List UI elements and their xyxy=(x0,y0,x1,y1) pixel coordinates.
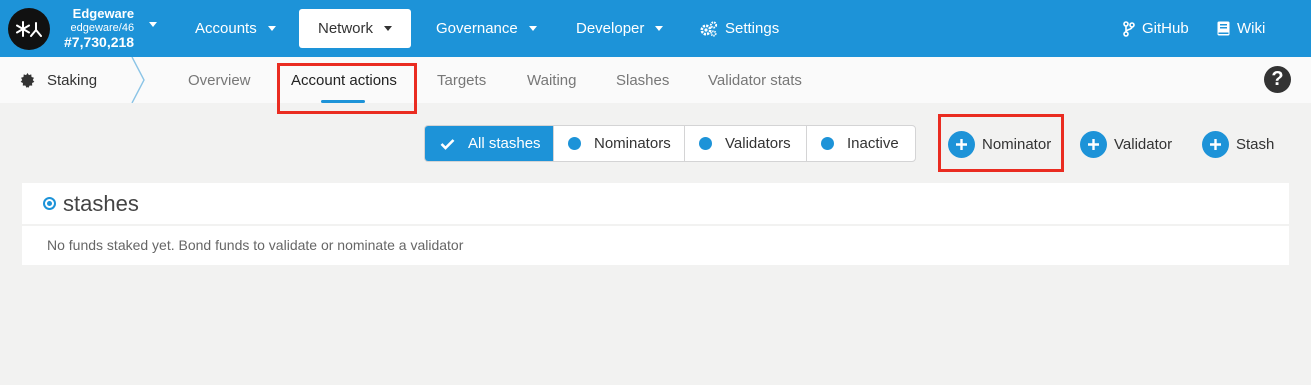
help-glyph: ? xyxy=(1271,68,1284,90)
chain-chevron-down-icon[interactable] xyxy=(149,22,157,27)
nav-governance-label: Governance xyxy=(436,20,518,37)
cogs-icon xyxy=(700,20,718,37)
add-stash-label: Stash xyxy=(1236,135,1275,153)
nav-network-label: Network xyxy=(317,20,373,37)
plus-icon xyxy=(1202,130,1229,158)
nav-settings[interactable]: Settings xyxy=(700,9,779,48)
nav-network[interactable]: Network xyxy=(299,9,411,48)
tab-validator-stats-label: Validator stats xyxy=(708,71,802,89)
chain-info: Edgeware edgeware/46 #7,730,218 xyxy=(64,5,135,51)
dot-circle-icon xyxy=(43,197,56,210)
filter-all-stashes-label: All stashes xyxy=(468,135,541,152)
nav-developer[interactable]: Developer xyxy=(576,9,664,48)
tab-waiting-label: Waiting xyxy=(527,71,577,89)
chain-name: Edgeware xyxy=(72,5,135,21)
staking-label: Staking xyxy=(47,71,98,89)
tab-overview[interactable]: Overview xyxy=(188,57,251,103)
tab-overview-label: Overview xyxy=(188,71,251,89)
chevron-down-icon xyxy=(528,26,537,31)
stashes-empty-message: No funds staked yet. Bond funds to valid… xyxy=(47,237,464,253)
filter-nominators-label: Nominators xyxy=(594,135,671,152)
nav-github[interactable]: GitHub xyxy=(1123,9,1189,48)
nav-developer-label: Developer xyxy=(576,20,645,37)
code-branch-icon xyxy=(1123,20,1135,37)
plus-icon xyxy=(1080,130,1107,158)
nav-wiki[interactable]: Wiki xyxy=(1217,9,1265,48)
chevron-down-icon xyxy=(267,26,276,31)
filter-inactive[interactable]: Inactive xyxy=(807,126,915,161)
filter-validators[interactable]: Validators xyxy=(685,126,807,161)
tab-slashes[interactable]: Slashes xyxy=(616,57,669,103)
circle-icon xyxy=(568,137,581,150)
chevron-down-icon xyxy=(655,26,664,31)
stashes-title: stashes xyxy=(63,190,139,216)
chevron-down-icon xyxy=(384,26,392,31)
chain-selector[interactable]: Edgeware edgeware/46 #7,730,218 xyxy=(8,6,134,51)
nav-accounts[interactable]: Accounts xyxy=(195,9,276,48)
tab-waiting[interactable]: Waiting xyxy=(527,57,576,103)
certificate-icon xyxy=(20,72,35,88)
stashes-card: stashes No funds staked yet. Bond funds … xyxy=(22,183,1289,265)
book-icon xyxy=(1217,21,1230,36)
chain-spec-version: edgeware/46 xyxy=(70,21,135,34)
top-navigation-bar: Edgeware edgeware/46 #7,730,218 Accounts… xyxy=(0,0,1311,57)
nav-github-label: GitHub xyxy=(1142,20,1189,37)
nav-governance[interactable]: Governance xyxy=(436,9,537,48)
chain-block-number: #7,730,218 xyxy=(64,34,135,51)
tab-targets[interactable]: Targets xyxy=(437,57,486,103)
staking-section-title: Staking xyxy=(20,57,97,103)
nav-accounts-label: Accounts xyxy=(195,20,257,37)
nav-wiki-label: Wiki xyxy=(1237,20,1266,37)
add-validator-label: Validator xyxy=(1114,135,1173,153)
tab-slashes-label: Slashes xyxy=(616,71,670,89)
breadcrumb-chevron-icon xyxy=(131,57,145,103)
filter-validators-label: Validators xyxy=(725,135,791,152)
staking-subnav: Staking Overview Account actions Targets… xyxy=(0,57,1311,103)
tab-targets-label: Targets xyxy=(437,71,487,89)
add-validator-button[interactable]: Validator xyxy=(1080,129,1172,159)
circle-icon xyxy=(821,137,834,150)
circle-icon xyxy=(699,137,712,150)
edgeware-logo-icon xyxy=(8,7,50,50)
check-icon xyxy=(440,138,455,150)
highlight-account-actions xyxy=(277,63,417,114)
stash-filter-group: All stashes Nominators Validators Inacti… xyxy=(424,125,916,162)
filter-nominators[interactable]: Nominators xyxy=(554,126,685,161)
filter-all-stashes[interactable]: All stashes xyxy=(425,126,554,161)
tab-validator-stats[interactable]: Validator stats xyxy=(708,57,802,103)
help-icon[interactable]: ? xyxy=(1264,66,1291,93)
stashes-header: stashes xyxy=(22,183,1289,226)
add-stash-button[interactable]: Stash xyxy=(1202,129,1274,159)
highlight-nominator-button xyxy=(938,114,1064,172)
filter-inactive-label: Inactive xyxy=(847,135,899,152)
nav-settings-label: Settings xyxy=(725,20,780,37)
